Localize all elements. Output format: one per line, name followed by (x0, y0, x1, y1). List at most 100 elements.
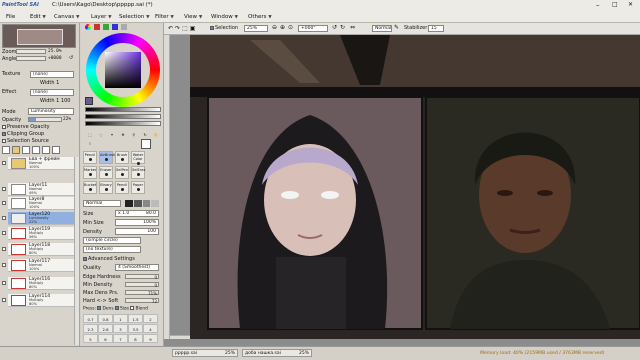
layer-scrollbar[interactable] (74, 157, 79, 345)
scratchpad-mode-icon[interactable] (121, 24, 127, 30)
document-tab[interactable]: ppppp.sai 25% (172, 349, 238, 357)
artwork-canvas[interactable] (190, 35, 640, 339)
magic-wand-icon[interactable]: ✦ (107, 131, 117, 139)
selection-source-checkbox[interactable]: Selection Source (2, 138, 49, 144)
zoom-in-icon[interactable]: ⊕ (280, 24, 285, 31)
layer-item[interactable]: Layer117 Normal 100% (2, 259, 74, 272)
advanced-settings-checkbox[interactable]: Advanced Settings (83, 256, 135, 262)
menu-view[interactable]: View ▼ (184, 14, 202, 20)
clipping-group-checkbox[interactable]: Clipping Group (2, 131, 44, 137)
shape-normal-icon[interactable] (125, 200, 133, 207)
tool-brush[interactable]: Brush (115, 151, 129, 164)
size-field[interactable]: x 1.0 80.0 (115, 210, 159, 217)
close-icon[interactable]: ✕ (628, 1, 633, 8)
hand-icon[interactable]: ✋ (151, 131, 161, 139)
swatches-mode-icon[interactable] (112, 24, 118, 30)
eyedropper-icon[interactable]: ⌇ (85, 140, 95, 148)
tool-bucket[interactable]: Bucket (83, 181, 97, 194)
value-slider[interactable] (85, 114, 161, 119)
brush-size-preset[interactable]: 2.3 (83, 324, 98, 333)
value-slider[interactable] (85, 121, 161, 126)
tool-pencil-2[interactable]: Pencil (115, 181, 129, 194)
opacity-slider[interactable] (28, 117, 62, 122)
move-icon[interactable]: ✥ (118, 131, 128, 139)
clear-icon[interactable] (42, 146, 50, 154)
deselect-icon[interactable]: ⬚ (182, 25, 188, 32)
secondary-color-swatch[interactable] (141, 139, 151, 149)
color-wheel-mode-icon[interactable] (85, 24, 91, 30)
layer-item[interactable]: Layer11 Normal 49% (2, 183, 74, 196)
brush-size-preset[interactable]: 3.5 (128, 324, 143, 333)
layer-item-selected[interactable]: Layer120 Luminosity 22% (2, 212, 74, 225)
brush-icon[interactable]: ✎ (394, 24, 399, 31)
layer-item[interactable]: Layer116 Multiply 80% (2, 277, 74, 290)
merge-icon[interactable] (32, 146, 40, 154)
lasso-icon[interactable]: ◌ (96, 131, 106, 139)
layer-item[interactable]: Layer118 Multiply 80% (2, 243, 74, 256)
hard-soft-slider[interactable]: 72 (125, 298, 159, 304)
tool-watercolor[interactable]: Water Color (131, 151, 145, 165)
transfer-icon[interactable] (22, 146, 30, 154)
brush-size-preset[interactable]: 3 (113, 324, 128, 333)
zoom-out-icon[interactable]: ⊖ (272, 24, 277, 31)
brush-texture-select[interactable]: (no texture) (83, 246, 141, 253)
menu-others[interactable]: Others ▼ (248, 14, 272, 20)
tool-paper[interactable]: Paper (131, 181, 145, 194)
zoom-select[interactable]: 25% (244, 25, 268, 32)
dens-checkbox[interactable] (97, 306, 102, 310)
menu-window[interactable]: Window ▼ (211, 14, 238, 20)
minsize-field[interactable]: 100% (115, 219, 159, 226)
menu-selection[interactable]: Selection ▼ (119, 14, 150, 20)
brush-size-preset[interactable]: 0.7 (83, 314, 98, 323)
tool-seleras[interactable]: SelEras (131, 166, 145, 179)
maximize-icon[interactable]: □ (612, 1, 618, 8)
redo-icon[interactable]: ↷ (175, 25, 180, 32)
undo-icon[interactable]: ↶ (168, 25, 173, 32)
menu-edit[interactable]: Edit ▼ (30, 14, 46, 20)
max-dens-prs-slider[interactable]: 71% (125, 290, 159, 296)
blend-mode-select[interactable]: Luminosity (28, 108, 74, 115)
tool-airbrush[interactable]: AirBrush (99, 151, 115, 164)
navigator-preview[interactable] (2, 24, 76, 48)
mode-select[interactable]: Normal (372, 25, 392, 32)
brush-size-preset[interactable]: 6 (98, 334, 113, 343)
current-color-swatch[interactable] (85, 97, 93, 105)
menu-filter[interactable]: Filter ▼ (155, 14, 174, 20)
angle-slider[interactable] (16, 56, 46, 61)
tool-eraser[interactable]: Eraser (99, 166, 113, 179)
quality-select[interactable]: 4 (Smoothest) (115, 264, 159, 271)
angle-select[interactable]: +000° (298, 25, 328, 32)
shape-soft-icon[interactable] (133, 200, 142, 207)
tool-pencil[interactable]: Pencil (83, 151, 97, 164)
brush-blend-select[interactable]: Normal (83, 200, 121, 207)
blend-checkbox[interactable] (130, 306, 135, 310)
density-field[interactable]: 100 (115, 228, 159, 235)
new-layer-icon[interactable] (2, 146, 10, 154)
texture-select[interactable]: (none) (30, 71, 74, 78)
min-density-slider[interactable]: 0 (125, 282, 159, 288)
shape-sharp-icon[interactable] (151, 200, 159, 207)
brush-size-preset[interactable]: 2 (143, 314, 158, 323)
layer-item[interactable]: Layer119 Multiply 56% (2, 227, 74, 240)
menu-canvas[interactable]: Canvas ▼ (54, 14, 79, 20)
saturation-value-square[interactable] (105, 52, 141, 88)
rotate-left-icon[interactable]: ↺ (332, 24, 337, 31)
rotate-tool-icon[interactable]: ↻ (140, 131, 150, 139)
zoom-reset-icon[interactable]: ⊙ (288, 24, 293, 31)
brush-size-preset[interactable]: 2.6 (98, 324, 113, 333)
select-icon[interactable]: ⬚ (85, 131, 95, 139)
menu-layer[interactable]: Layer ▼ (91, 14, 112, 20)
brush-size-preset[interactable]: 1.5 (128, 314, 143, 323)
rotate-reset-icon[interactable]: ↺ (69, 55, 73, 61)
document-tab[interactable]: доба нашка.sai 25% (242, 349, 312, 357)
brush-size-preset[interactable]: 5 (83, 334, 98, 343)
edge-hardness-slider[interactable]: 0 (125, 274, 159, 280)
brush-size-preset[interactable]: 8 (128, 334, 143, 343)
brush-shape-select[interactable]: (simple circle) (83, 237, 141, 244)
brush-size-preset[interactable]: 4 (143, 324, 158, 333)
tool-marker[interactable]: Marker (83, 166, 97, 179)
rgb-slider-mode-icon[interactable] (94, 24, 100, 30)
brush-size-preset[interactable]: 1 (113, 314, 128, 323)
brush-size-preset[interactable]: 9 (143, 334, 158, 343)
selection-checkbox[interactable]: Selection (210, 25, 238, 31)
